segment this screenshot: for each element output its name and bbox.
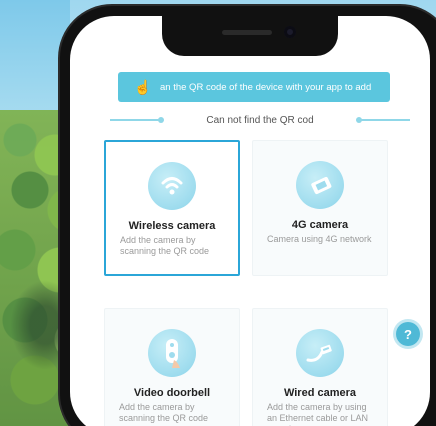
card-title: Video doorbell bbox=[133, 387, 211, 399]
divider-line-right bbox=[355, 117, 410, 123]
sim-card-icon bbox=[296, 161, 344, 209]
device-card-wireless-camera[interactable]: Wireless camera Add the camera by scanni… bbox=[104, 140, 240, 276]
hand-pointer-icon: ☝ bbox=[134, 78, 152, 95]
card-title: Wireless camera bbox=[128, 220, 216, 232]
card-title: Wired camera bbox=[283, 387, 357, 399]
scene: ☝ an the QR code of the device with your… bbox=[0, 0, 436, 426]
phone-frame: ☝ an the QR code of the device with your… bbox=[60, 6, 436, 426]
help-bubble-icon[interactable]: ? bbox=[396, 322, 420, 346]
card-description: Add the camera by scanning the QR code bbox=[119, 402, 209, 423]
wifi-camera-icon bbox=[148, 162, 196, 210]
device-card-wired-camera[interactable]: Wired camera Add the camera by using an … bbox=[252, 308, 388, 426]
divider-line-left bbox=[110, 117, 164, 123]
doorbell-icon bbox=[148, 329, 196, 377]
speaker-grille bbox=[222, 30, 272, 35]
scan-qr-banner[interactable]: ☝ an the QR code of the device with your… bbox=[118, 72, 390, 102]
cannot-find-qr-row: Can not find the QR cod bbox=[110, 113, 410, 127]
device-card-video-doorbell[interactable]: Video doorbell Add the camera by scannin… bbox=[104, 308, 240, 426]
cannot-find-qr-link[interactable]: Can not find the QR cod bbox=[206, 115, 313, 126]
front-camera-icon bbox=[284, 26, 296, 38]
device-card-4g-camera[interactable]: 4G camera Camera using 4G network bbox=[252, 140, 388, 276]
card-description: Camera using 4G network bbox=[267, 234, 372, 244]
card-description: Add the camera by scanning the QR code bbox=[120, 235, 210, 256]
banner-text: an the QR code of the device with your a… bbox=[160, 81, 372, 93]
phone-screen: ☝ an the QR code of the device with your… bbox=[70, 16, 430, 426]
phone-notch bbox=[162, 16, 338, 56]
card-title: 4G camera bbox=[291, 219, 349, 231]
card-description: Add the camera by using an Ethernet cabl… bbox=[267, 402, 369, 426]
ethernet-cable-icon bbox=[296, 329, 344, 377]
